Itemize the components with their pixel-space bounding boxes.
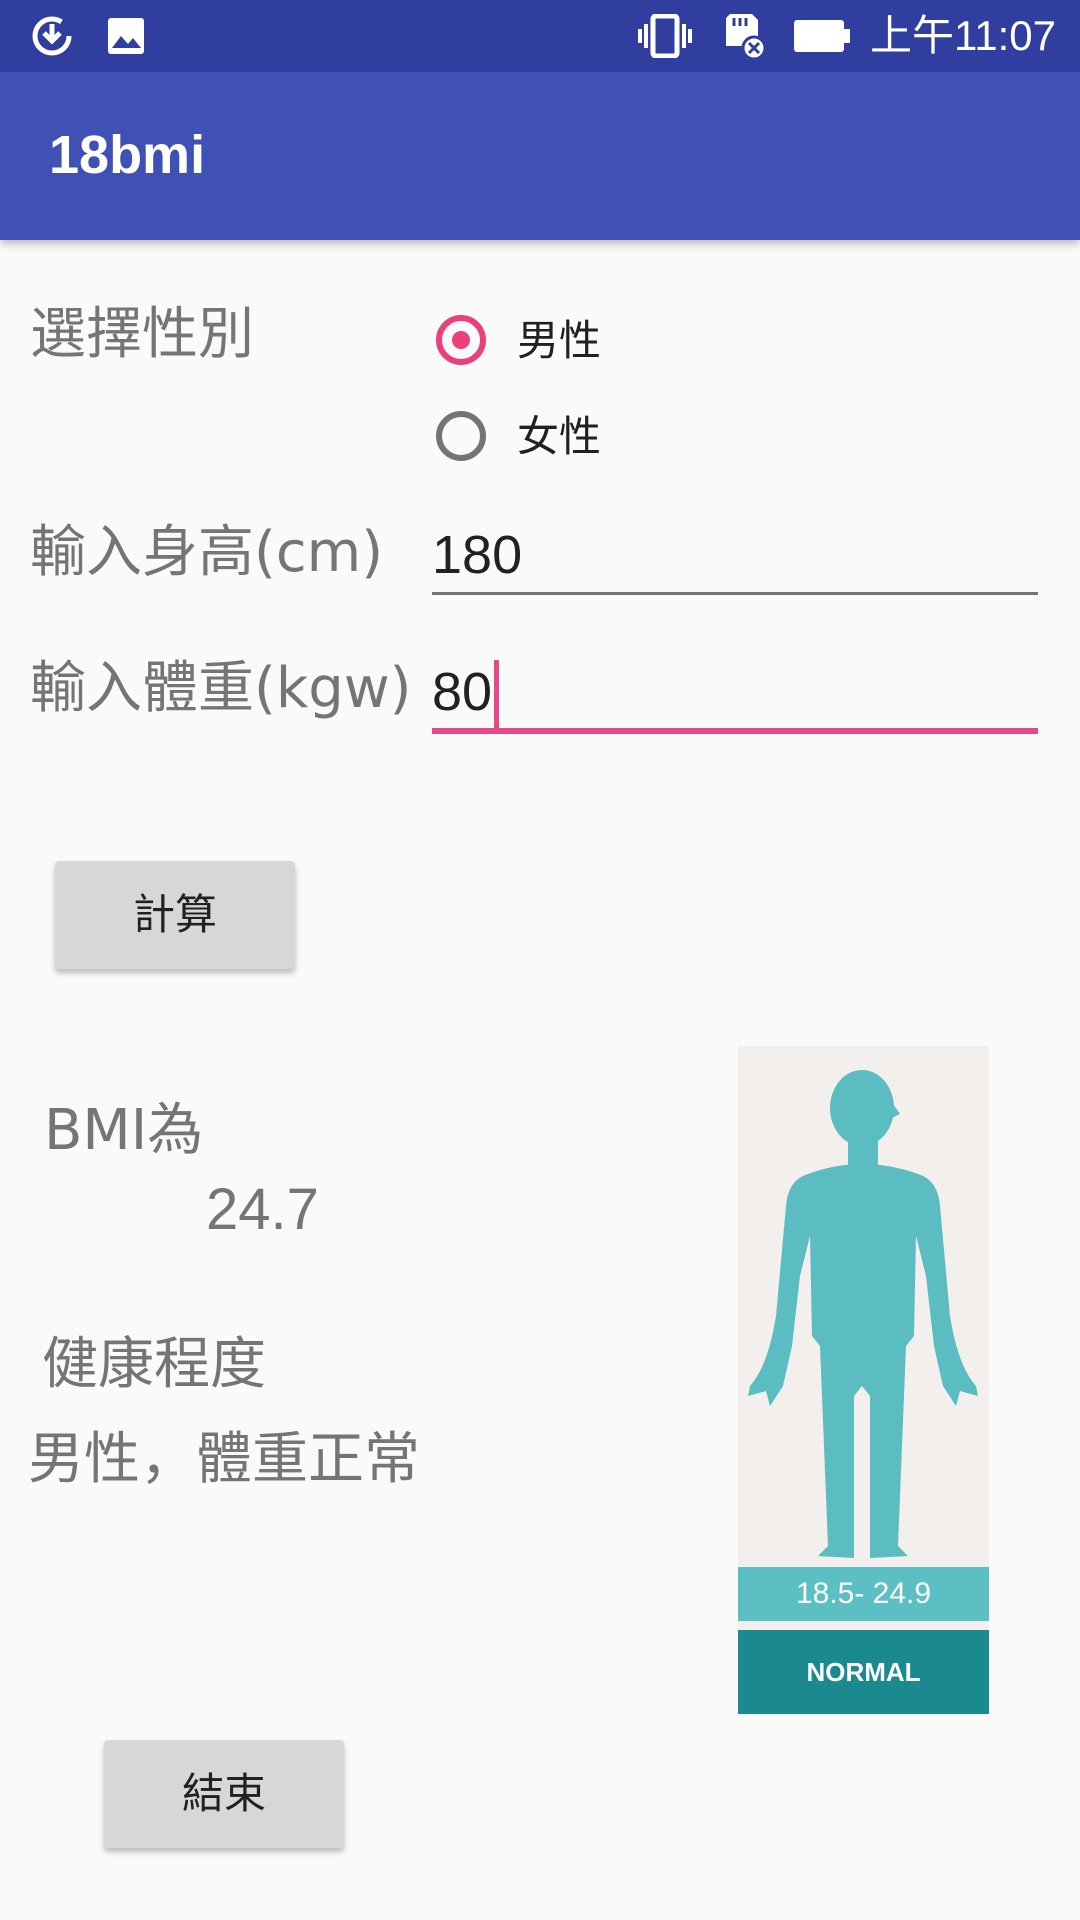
height-label: 輸入身高(cm) [30,520,384,585]
vibrate-icon [638,14,692,58]
weight-label: 輸入體重(kgw) [30,656,412,721]
radio-checked-icon[interactable] [436,315,486,365]
weight-input[interactable]: 80 [432,652,1038,734]
app-title: 18bmi [49,125,206,185]
bmi-status-band: NORMAL [738,1630,989,1714]
image-icon [108,18,144,54]
human-body-icon [748,1070,978,1558]
bmi-value: 24.7 [206,1177,319,1242]
radio-male-label[interactable]: 男性 [517,310,601,372]
weight-value[interactable]: 80 [432,662,492,722]
bmi-range-band: 18.5- 24.9 [738,1567,989,1621]
height-input[interactable]: 180 [432,515,1038,595]
radio-female-label[interactable]: 女性 [517,406,601,468]
bmi-label: BMI為 [44,1098,204,1163]
height-value[interactable]: 180 [432,515,522,595]
calculate-button[interactable]: 計算 [55,861,295,969]
weight-underline [432,728,1038,734]
download-icon [32,16,72,56]
radio-female[interactable]: 女性 [436,406,636,476]
status-bar: 上午11:07 [0,0,1080,72]
radio-male[interactable]: 男性 [436,310,636,380]
gender-label: 選擇性別 [30,302,254,367]
sd-card-error-icon [726,14,767,61]
battery-icon [794,20,850,52]
health-value: 男性，體重正常 [28,1427,420,1492]
weight-value-wrap[interactable]: 80 [432,652,500,732]
radio-unchecked-icon[interactable] [436,411,486,461]
status-time: 上午11:07 [870,12,1056,59]
band-gap [738,1621,989,1630]
height-underline [432,592,1038,595]
bmi-figure-image: 18.5- 24.9 NORMAL [738,1046,989,1714]
app-bar: 18bmi [0,72,1080,240]
exit-button[interactable]: 結束 [104,1740,344,1848]
health-label: 健康程度 [42,1332,266,1397]
text-cursor [494,659,500,732]
